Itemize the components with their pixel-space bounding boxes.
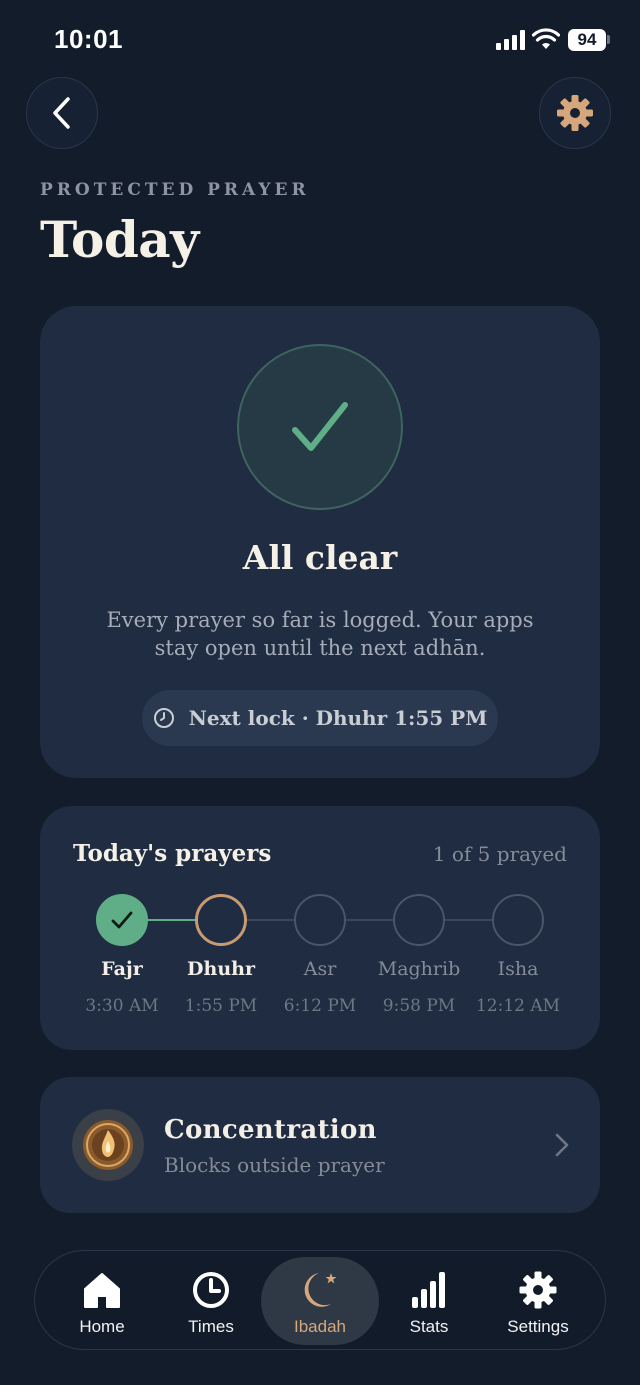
todays-prayers-card: Today's prayers 1 of 5 prayed Fajr Dhuhr…	[40, 806, 600, 1050]
gear-icon	[557, 95, 593, 131]
success-badge	[237, 344, 403, 510]
status-heading: All clear	[242, 538, 398, 577]
settings-button[interactable]	[539, 77, 611, 149]
crescent-star-icon	[299, 1269, 341, 1311]
prayer-dot-dhuhr[interactable]	[195, 894, 247, 946]
battery-indicator: 94	[568, 29, 606, 51]
tab-label: Ibadah	[294, 1317, 346, 1336]
concentration-subtitle: Blocks outside prayer	[164, 1153, 385, 1177]
prayer-timeline: Fajr Dhuhr Asr Maghrib Isha 3:30 AM 1:55…	[40, 806, 600, 1050]
tab-settings[interactable]: Settings	[479, 1257, 597, 1345]
tab-label: Stats	[409, 1317, 449, 1336]
tab-label: Times	[188, 1317, 234, 1336]
tab-times[interactable]: Times	[152, 1257, 270, 1345]
next-lock-label: Next lock · Dhuhr 1:55 PM	[188, 706, 488, 730]
status-bar: 10:01 94	[0, 0, 640, 80]
page-title: Today	[40, 210, 199, 269]
prayer-time: 1:55 PM	[184, 996, 258, 1016]
checkmark-icon	[292, 402, 348, 451]
clock-icon	[190, 1269, 232, 1311]
prayer-name: Asr	[303, 958, 337, 980]
gear-icon	[517, 1269, 559, 1311]
timeline-connector-done	[147, 919, 199, 921]
timeline-connector	[345, 919, 397, 921]
prayer-name: Isha	[497, 958, 539, 980]
flame-icon	[83, 1120, 133, 1170]
back-button[interactable]	[26, 77, 98, 149]
timeline-connector	[246, 919, 298, 921]
prayer-time: 3:30 AM	[85, 996, 159, 1016]
prayer-dot-fajr[interactable]	[96, 894, 148, 946]
prayer-time: 9:58 PM	[382, 996, 456, 1016]
next-lock-pill: Next lock · Dhuhr 1:55 PM	[142, 690, 498, 746]
cellular-signal-icon	[496, 30, 525, 50]
status-card: All clear Every prayer so far is logged.…	[40, 306, 600, 778]
prayer-name: Dhuhr	[187, 958, 255, 980]
concentration-card[interactable]: Concentration Blocks outside prayer	[40, 1077, 600, 1213]
tab-label: Home	[79, 1317, 125, 1336]
prayer-time: 6:12 PM	[283, 996, 357, 1016]
timeline-connector	[444, 919, 496, 921]
prayer-dot-isha[interactable]	[492, 894, 544, 946]
tab-ibadah[interactable]: Ibadah	[261, 1257, 379, 1345]
wifi-icon	[532, 28, 560, 49]
prayer-dot-maghrib[interactable]	[393, 894, 445, 946]
status-description: Every prayer so far is logged. Your apps…	[106, 608, 534, 660]
battery-nub	[607, 35, 610, 44]
concentration-title: Concentration	[164, 1115, 377, 1145]
chevron-left-icon	[53, 97, 70, 129]
tab-label: Settings	[507, 1317, 569, 1336]
prayer-name: Fajr	[101, 958, 143, 980]
tab-home[interactable]: Home	[43, 1257, 161, 1345]
page-eyebrow: PROTECTED PRAYER	[40, 180, 310, 200]
prayer-time: 12:12 AM	[475, 996, 561, 1016]
tab-stats[interactable]: Stats	[370, 1257, 488, 1345]
bar-chart-icon	[408, 1269, 450, 1311]
status-time: 10:01	[54, 24, 123, 54]
clock-icon	[153, 708, 174, 728]
home-icon	[81, 1269, 123, 1311]
prayer-name: Maghrib	[377, 958, 461, 980]
bottom-tab-bar: Home Times Ibadah Stats Settings	[34, 1250, 606, 1350]
prayer-dot-asr[interactable]	[294, 894, 346, 946]
chevron-right-icon	[555, 1133, 569, 1157]
checkmark-icon	[111, 911, 133, 929]
flame-medallion-icon	[72, 1109, 144, 1181]
